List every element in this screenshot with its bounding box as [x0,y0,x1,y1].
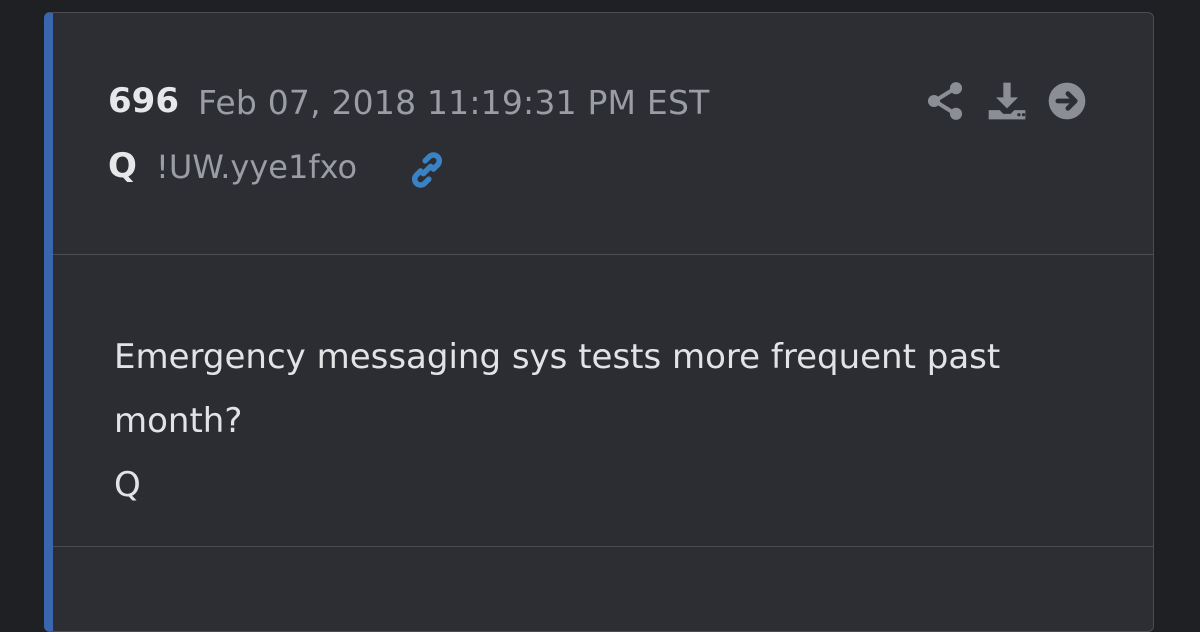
post-date: Feb 07, 2018 11:19:31 PM EST [198,83,710,122]
message-line: Q [114,465,141,505]
message-line: Emergency messaging sys tests more frequ… [114,337,1001,377]
link-icon[interactable] [405,148,449,192]
share-icon[interactable] [923,79,967,123]
arrow-right-circle-icon[interactable] [1045,79,1089,123]
post-author: Q [108,146,137,186]
post-body: Emergency messaging sys tests more frequ… [53,255,1153,547]
post-message: Emergency messaging sys tests more frequ… [114,325,1074,517]
post-header: 696 Feb 07, 2018 11:19:31 PM EST Q !UW.y… [53,13,1153,255]
post-card: 696 Feb 07, 2018 11:19:31 PM EST Q !UW.y… [44,12,1154,632]
post-number[interactable]: 696 [108,81,179,121]
message-line: month? [114,401,243,441]
download-icon[interactable] [985,79,1029,123]
post-tripcode: !UW.yye1fxo [156,148,358,186]
